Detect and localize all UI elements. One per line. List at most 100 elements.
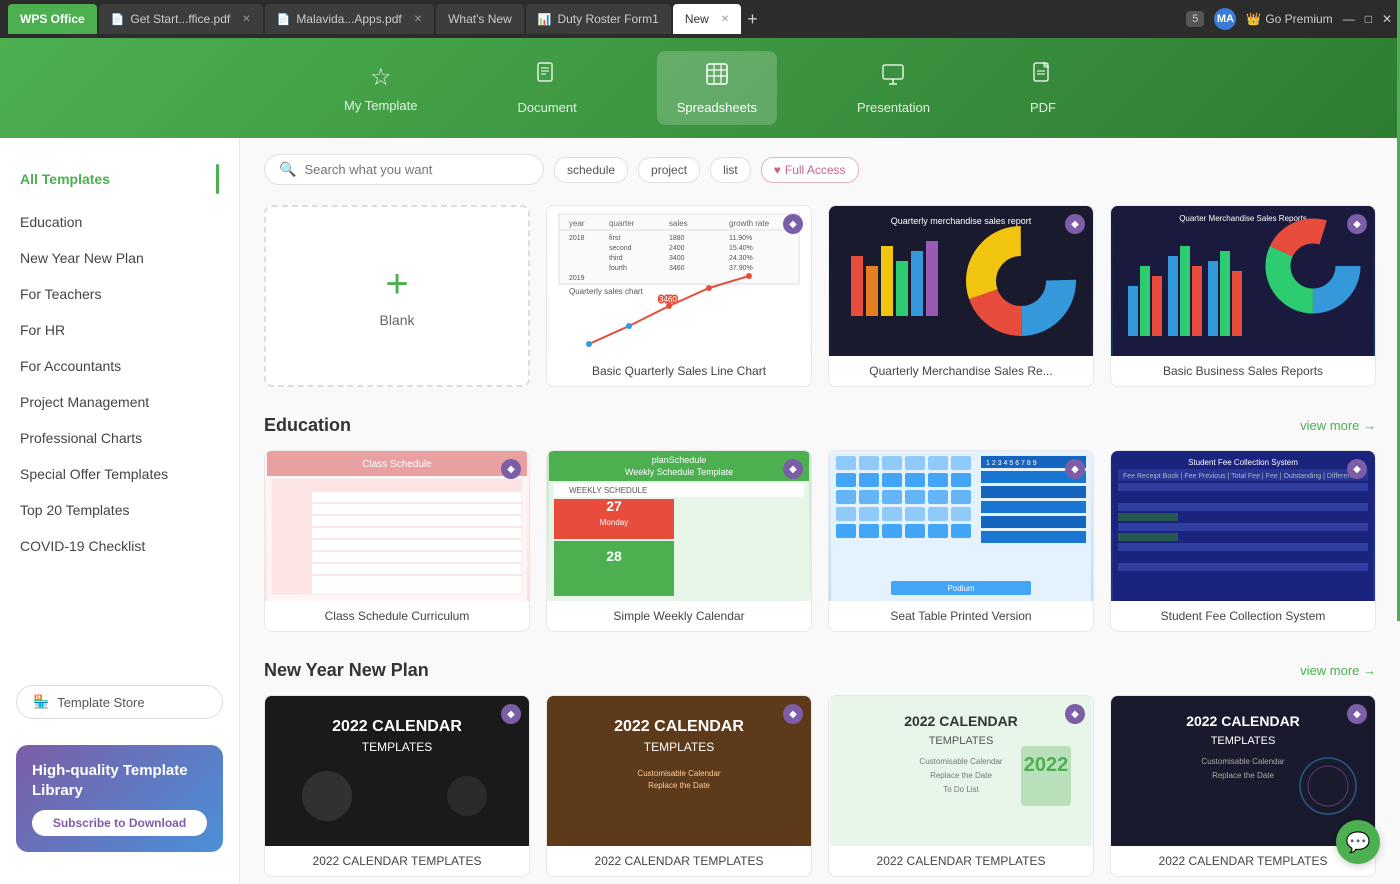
tab-add-button[interactable]: +	[747, 9, 758, 30]
template-card-seat[interactable]: 1 2 3 4 5 6 7 8 9 Podium ◆ Seat Table Pr…	[828, 450, 1094, 632]
sidebar-item-project-management[interactable]: Project Management	[0, 384, 239, 420]
tab-pdf2-close[interactable]: ✕	[414, 14, 422, 25]
svg-text:1880: 1880	[669, 235, 685, 242]
card-label-1: Basic Quarterly Sales Line Chart	[547, 356, 811, 386]
template-card-class[interactable]: Class Schedule ◆	[264, 450, 530, 632]
nav-presentation[interactable]: Presentation	[837, 51, 950, 125]
tag-schedule[interactable]: schedule	[554, 157, 628, 183]
template-card-merch[interactable]: Quarterly merchandise sales report ◆	[828, 205, 1094, 387]
search-input[interactable]	[304, 162, 504, 177]
nav-my-template[interactable]: ☆ My Template	[324, 53, 437, 123]
close-button[interactable]: ✕	[1382, 12, 1392, 26]
tab-pdf1-close[interactable]: ✕	[242, 14, 250, 25]
template-card-weekly[interactable]: planSchedule Weekly Schedule Template WE…	[546, 450, 812, 632]
nav-pdf[interactable]: PDF	[1010, 51, 1076, 125]
sidebar-item-for-teachers[interactable]: For Teachers	[0, 276, 239, 312]
svg-text:2022 CALENDAR: 2022 CALENDAR	[614, 718, 744, 735]
avatar: MA	[1214, 8, 1236, 30]
svg-text:11.90%: 11.90%	[729, 235, 752, 242]
new-year-view-more[interactable]: view more →	[1300, 663, 1376, 678]
tab-new-label: New	[685, 12, 709, 26]
go-premium-button[interactable]: 👑 Go Premium	[1246, 12, 1332, 26]
nav-document[interactable]: Document	[497, 51, 596, 125]
sidebar-item-top20[interactable]: Top 20 Templates	[0, 492, 239, 528]
premium-badge-cal2: ◆	[783, 704, 803, 724]
premium-badge-1: ◆	[783, 214, 803, 234]
template-card-cal1[interactable]: 2022 CALENDAR TEMPLATES ◆ 2022 CALENDAR …	[264, 695, 530, 877]
card-label-student: Student Fee Collection System	[1111, 601, 1375, 631]
plus-icon: +	[385, 264, 408, 304]
svg-text:Replace the Date: Replace the Date	[930, 771, 992, 780]
presentation-icon	[880, 61, 906, 94]
heart-icon: ♥	[774, 163, 781, 177]
sidebar-item-special-offer[interactable]: Special Offer Templates	[0, 456, 239, 492]
card-label-cal3: 2022 CALENDAR TEMPLATES	[829, 846, 1093, 876]
tag-project[interactable]: project	[638, 157, 700, 183]
top-nav: ☆ My Template Document Spreadsheets	[0, 38, 1400, 138]
content-area: 🔍 schedule project list ♥ Full Access + …	[240, 138, 1400, 884]
chat-button[interactable]: 💬	[1336, 820, 1380, 864]
blank-template-card[interactable]: + Blank	[264, 205, 530, 387]
sidebar-item-for-hr[interactable]: For HR	[0, 312, 239, 348]
template-card-cal3[interactable]: 2022 CALENDAR TEMPLATES Customisable Cal…	[828, 695, 1094, 877]
search-box: 🔍	[264, 154, 544, 185]
tab-duty[interactable]: 📊 Duty Roster Form1	[526, 4, 671, 34]
sidebar-item-for-accountants[interactable]: For Accountants	[0, 348, 239, 384]
minimize-button[interactable]: —	[1343, 12, 1355, 26]
sidebar-item-professional-charts[interactable]: Professional Charts	[0, 420, 239, 456]
premium-badge-student: ◆	[1347, 459, 1367, 479]
tag-list[interactable]: list	[710, 157, 751, 183]
svg-text:37.90%: 37.90%	[729, 265, 753, 272]
maximize-button[interactable]: □	[1365, 12, 1372, 26]
svg-text:first: first	[609, 235, 620, 242]
subscribe-button[interactable]: Subscribe to Download	[32, 810, 207, 836]
document-icon	[534, 61, 560, 94]
promo-box: High-quality Template Library Subscribe …	[16, 745, 223, 852]
card-label-seat: Seat Table Printed Version	[829, 601, 1093, 631]
tab-wps[interactable]: WPS Office	[8, 4, 97, 34]
tab-whatsnew[interactable]: What's New	[436, 4, 524, 34]
card-thumb-merch: Quarterly merchandise sales report ◆	[829, 206, 1093, 356]
card-thumb-weekly: planSchedule Weekly Schedule Template WE…	[547, 451, 811, 601]
template-card-cal4[interactable]: 2022 CALENDAR TEMPLATES Customisable Cal…	[1110, 695, 1376, 877]
svg-text:quarter: quarter	[609, 219, 635, 228]
svg-text:sales: sales	[669, 219, 688, 228]
nav-spreadsheets-label: Spreadsheets	[677, 100, 757, 115]
search-icon: 🔍	[279, 161, 296, 178]
blank-label: Blank	[379, 312, 414, 328]
nav-document-label: Document	[517, 100, 576, 115]
sidebar: All Templates Education New Year New Pla…	[0, 138, 240, 884]
card-thumb-biz: Quarter Merchandise Sales Reports	[1111, 206, 1375, 356]
svg-text:Quarter Merchandise Sales Repo: Quarter Merchandise Sales Reports	[1179, 214, 1307, 223]
svg-text:Quarterly merchandise sales re: Quarterly merchandise sales report	[891, 216, 1032, 226]
sidebar-item-education[interactable]: Education	[0, 204, 239, 240]
svg-text:second: second	[609, 245, 632, 252]
premium-badge-weekly: ◆	[783, 459, 803, 479]
tab-new[interactable]: New ✕	[673, 4, 741, 34]
tab-new-close[interactable]: ✕	[721, 14, 729, 25]
template-card-student[interactable]: Student Fee Collection System Fee Receip…	[1110, 450, 1376, 632]
card-label-cal2: 2022 CALENDAR TEMPLATES	[547, 846, 811, 876]
crown-icon: 👑	[1246, 12, 1261, 26]
svg-text:3460: 3460	[659, 295, 677, 304]
template-store-button[interactable]: 🏪 Template Store	[16, 685, 223, 719]
template-card-cal2[interactable]: 2022 CALENDAR TEMPLATES Customisable Cal…	[546, 695, 812, 877]
nav-presentation-label: Presentation	[857, 100, 930, 115]
nav-spreadsheets[interactable]: Spreadsheets	[657, 51, 777, 125]
template-card-biz[interactable]: Quarter Merchandise Sales Reports	[1110, 205, 1376, 387]
full-access-button[interactable]: ♥ Full Access	[761, 157, 859, 183]
svg-text:Monday: Monday	[600, 518, 628, 527]
sidebar-item-all-templates[interactable]: All Templates	[0, 154, 239, 204]
premium-badge-3: ◆	[1347, 214, 1367, 234]
svg-text:planSchedule: planSchedule	[652, 455, 707, 465]
card-thumb-cal3: 2022 CALENDAR TEMPLATES Customisable Cal…	[829, 696, 1093, 846]
sidebar-item-new-year[interactable]: New Year New Plan	[0, 240, 239, 276]
svg-text:3400: 3400	[669, 255, 685, 262]
card-thumb-cal4: 2022 CALENDAR TEMPLATES Customisable Cal…	[1111, 696, 1375, 846]
chat-icon: 💬	[1346, 830, 1371, 855]
education-view-more[interactable]: view more →	[1300, 418, 1376, 433]
sidebar-item-covid[interactable]: COVID-19 Checklist	[0, 528, 239, 564]
tab-pdf2[interactable]: 📄 Malavida...Apps.pdf ✕	[265, 4, 435, 34]
template-card-sales-line[interactable]: year quarter sales growth rate 2018 firs…	[546, 205, 812, 387]
tab-pdf1[interactable]: 📄 Get Start...ffice.pdf ✕	[99, 4, 263, 34]
